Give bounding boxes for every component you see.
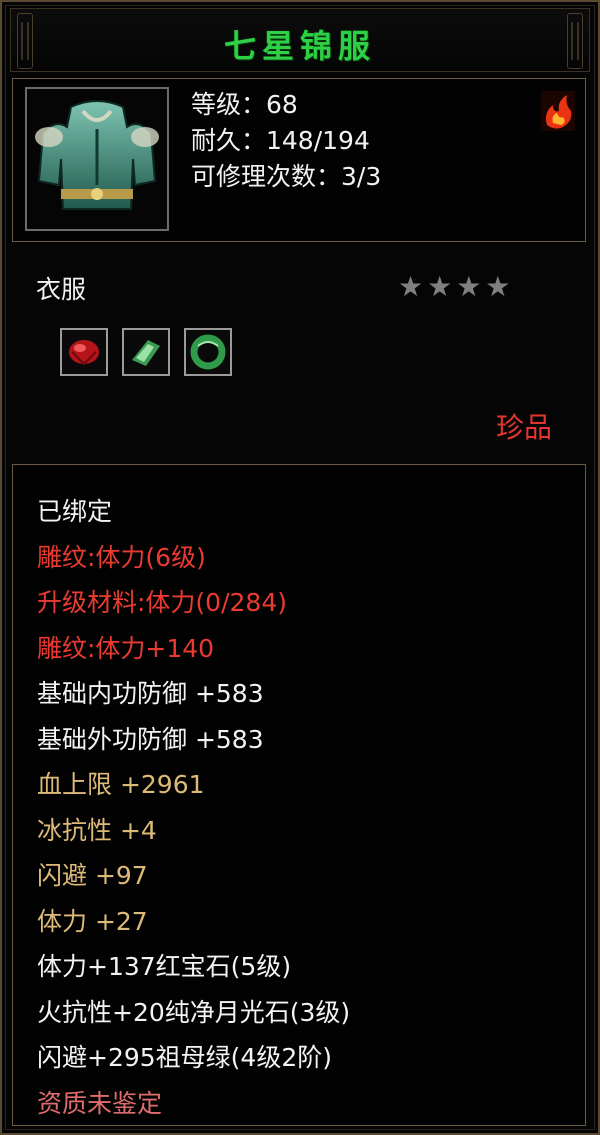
gem-moonstone-bonus: 火抗性+20纯净月光石(3级) [37, 997, 351, 1027]
item-repair-count: 可修理次数：3/3 [191, 162, 382, 191]
inner-defense: 基础内功防御 +583 [37, 679, 264, 708]
dodge: 闪避 +97 [37, 861, 148, 890]
item-stats: 等级：68 耐久：148/194 可修理次数：3/3 [191, 87, 381, 195]
item-tooltip: 七星锦服 等级：68 耐久：148/194 可修理次数：3/3 衣服 ★★★★ … [0, 0, 600, 1135]
stamina: 体力 +27 [37, 906, 148, 936]
max-hp: 血上限 +2961 [37, 770, 205, 799]
star-rating: ★★★★ [398, 270, 515, 303]
bound-status: 已绑定 [37, 497, 113, 526]
title-bar: 七星锦服 [10, 8, 590, 72]
green-crystal-gem-icon[interactable] [122, 328, 170, 376]
jade-ring-gem-icon[interactable] [184, 328, 232, 376]
item-level: 等级：68 [191, 90, 298, 119]
rarity-label: 珍品 [495, 411, 552, 444]
gem-slots [60, 328, 232, 376]
outer-defense: 基础外功防御 +583 [37, 724, 264, 754]
upgrade-material: 升级材料:体力(0/284) [37, 588, 287, 617]
item-properties-panel: 已绑定 雕纹:体力(6级) 升级材料:体力(0/284) 雕纹:体力+140 基… [12, 464, 586, 1126]
aptitude-status: 资质未鉴定 [37, 1088, 163, 1118]
item-type: 衣服 [36, 275, 87, 304]
flame-icon [541, 91, 575, 131]
gem-emerald-bonus: 闪避+295祖母绿(4级2阶) [37, 1043, 332, 1072]
item-summary: 等级：68 耐久：148/194 可修理次数：3/3 [12, 78, 586, 242]
item-durability: 耐久：148/194 [191, 126, 370, 155]
ruby-gem-icon[interactable] [60, 328, 108, 376]
item-name: 七星锦服 [223, 27, 376, 65]
gem-ruby-bonus: 体力+137红宝石(5级) [37, 952, 292, 981]
engraving-bonus: 雕纹:体力+140 [37, 633, 215, 663]
ice-resist: 冰抗性 +4 [37, 815, 157, 845]
property-list: 已绑定 雕纹:体力(6级) 升级材料:体力(0/284) 雕纹:体力+140 基… [37, 489, 350, 1126]
armor-robe-icon [25, 87, 169, 231]
engraving-level: 雕纹:体力(6级) [37, 542, 206, 572]
